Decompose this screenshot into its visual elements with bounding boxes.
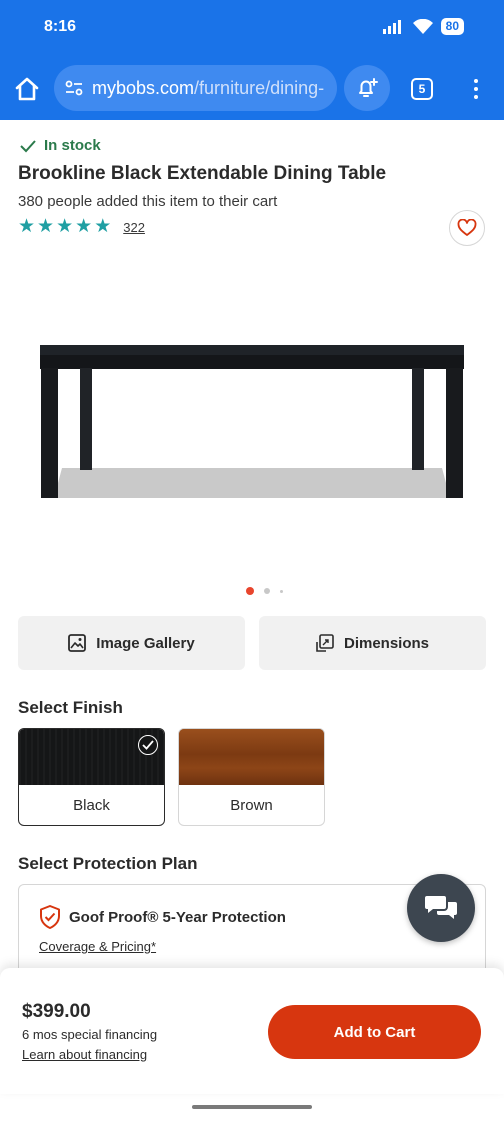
black-swatch <box>19 729 164 785</box>
image-gallery-button[interactable]: Image Gallery <box>18 616 245 670</box>
coverage-pricing-link[interactable]: Coverage & Pricing* <box>39 939 156 954</box>
star-icon: ★ <box>18 216 36 237</box>
notification-button[interactable] <box>344 65 390 111</box>
finish-label-black: Black <box>73 796 110 814</box>
add-to-cart-button[interactable]: Add to Cart <box>268 1005 481 1059</box>
star-icon: ★ <box>37 216 55 237</box>
battery-indicator: 80 <box>440 18 464 35</box>
purchase-bar: $399.00 6 mos special financing Learn ab… <box>0 968 504 1094</box>
gesture-home-indicator[interactable] <box>192 1105 312 1109</box>
stock-label: In stock <box>44 137 101 154</box>
check-icon <box>20 139 36 152</box>
url-path: /furniture/dining- <box>194 77 325 98</box>
menu-dot <box>474 95 478 99</box>
home-icon <box>15 77 39 101</box>
protection-plan-heading: Select Protection Plan <box>18 854 198 873</box>
site-settings-icon[interactable] <box>64 78 84 98</box>
learn-financing-link[interactable]: Learn about financing <box>22 1047 147 1062</box>
url-text: mybobs.com/furniture/dining- <box>92 78 324 99</box>
dimensions-icon <box>316 634 334 652</box>
status-time: 8:16 <box>44 18 77 35</box>
image-gallery-label: Image Gallery <box>96 634 195 652</box>
dimensions-label: Dimensions <box>343 634 430 652</box>
carousel-indicator[interactable] <box>246 587 283 595</box>
menu-dot <box>474 79 478 83</box>
browser-menu-button[interactable] <box>466 76 486 102</box>
carousel-dot[interactable] <box>280 589 283 593</box>
home-button[interactable] <box>12 74 42 104</box>
star-icon: ★ <box>75 216 93 237</box>
price: $399.00 <box>22 1001 91 1022</box>
carousel-dot-active[interactable] <box>246 587 254 595</box>
chat-icon <box>425 896 457 919</box>
product-title: Brookline Black Extendable Dining Table <box>18 163 387 184</box>
status-icons: 80 <box>382 18 464 35</box>
heart-icon <box>457 219 477 236</box>
brown-swatch <box>179 729 324 785</box>
dining-table-image <box>40 345 464 498</box>
select-finish-heading: Select Finish <box>18 698 123 717</box>
dimensions-button[interactable]: Dimensions <box>259 616 486 670</box>
shield-check-icon <box>40 905 60 929</box>
status-bar: 8:16 80 <box>0 0 504 56</box>
finish-option-brown[interactable]: Brown <box>178 728 325 826</box>
stock-status: In stock <box>20 137 101 154</box>
menu-dot <box>474 87 478 91</box>
url-domain: mybobs.com <box>92 77 195 98</box>
address-bar[interactable]: mybobs.com/furniture/dining- <box>54 65 337 111</box>
review-count-link[interactable]: 322 <box>123 220 145 235</box>
selected-check-icon <box>138 735 158 755</box>
rating[interactable]: ★ ★ ★ ★ ★ 322 <box>18 217 145 237</box>
plan-name: Goof Proof® 5-Year Protection <box>69 908 286 926</box>
product-image[interactable] <box>30 330 474 510</box>
signal-icon <box>382 19 401 34</box>
wifi-icon <box>412 19 433 34</box>
star-icon: ★ <box>94 216 112 237</box>
finish-option-black[interactable]: Black <box>18 728 165 826</box>
finish-label-brown: Brown <box>230 796 273 814</box>
bell-plus-icon <box>359 78 378 97</box>
chat-button[interactable] <box>407 874 475 942</box>
tab-switcher-button[interactable]: 5 <box>411 78 433 100</box>
browser-toolbar: mybobs.com/furniture/dining- 5 <box>0 56 504 120</box>
cart-count-text: 380 people added this item to their cart <box>18 193 278 210</box>
carousel-dot[interactable] <box>264 588 270 594</box>
plan-title: Goof Proof® 5-Year Protection <box>39 905 286 929</box>
financing-text: 6 mos special financing <box>22 1027 158 1042</box>
image-icon <box>68 634 87 652</box>
favorite-button[interactable] <box>449 210 485 246</box>
star-icon: ★ <box>56 216 74 237</box>
